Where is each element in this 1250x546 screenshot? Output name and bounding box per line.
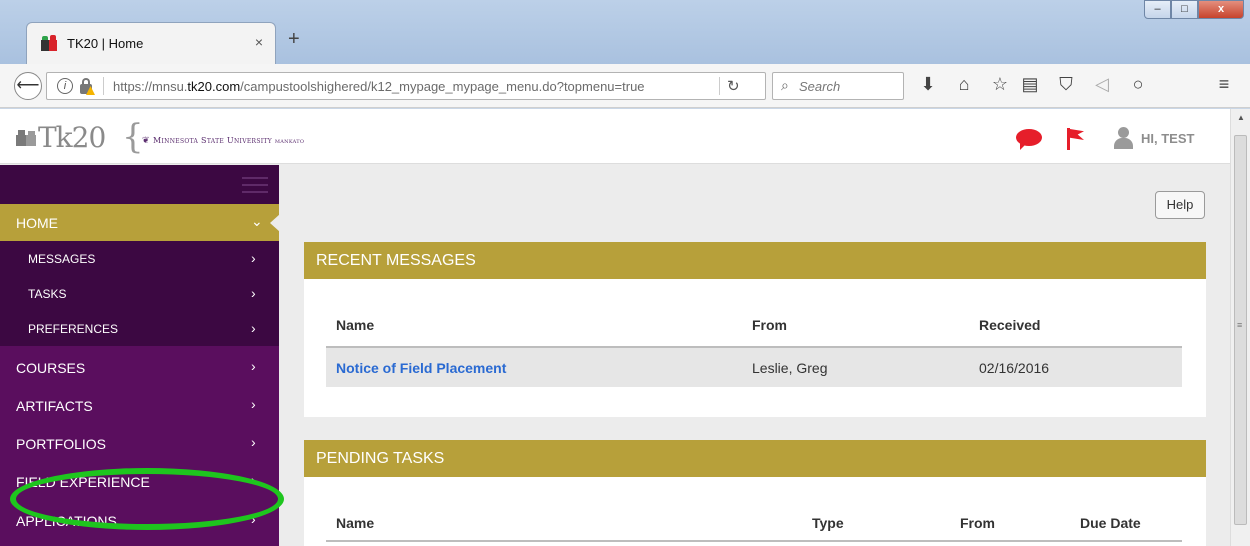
- app-header: Tk20 { ❦ MINNESOTA STATE UNIVERSITY MANK…: [0, 109, 1230, 164]
- sidebar-item-home[interactable]: HOME ⌄: [0, 204, 280, 241]
- site-info-icon[interactable]: i: [57, 78, 73, 94]
- pocket-icon[interactable]: ⛉: [1054, 74, 1078, 95]
- bookmark-star-icon[interactable]: ☆: [988, 74, 1012, 95]
- sidebar-item-label: MESSAGES: [28, 252, 96, 266]
- minimize-button[interactable]: –: [1144, 0, 1171, 19]
- search-input[interactable]: ⌕ Search: [772, 72, 904, 100]
- msu-seal-icon: ❦: [142, 135, 150, 145]
- column-header-due-date[interactable]: Due Date: [1080, 515, 1141, 531]
- page-scrollbar[interactable]: ▲ ≡: [1230, 109, 1250, 546]
- sidebar-item-label: TASKS: [28, 287, 67, 301]
- back-arrow-icon: ⟵: [16, 77, 40, 94]
- close-window-button[interactable]: x: [1198, 0, 1244, 19]
- sidebar-item-label: COURSES: [16, 360, 86, 376]
- window-controls: – □ x: [1144, 0, 1244, 20]
- panel-title: PENDING TASKS: [316, 450, 445, 467]
- chat-icon[interactable]: ○: [1126, 74, 1150, 95]
- pending-tasks-panel: PENDING TASKS Name Type From Due Date: [304, 440, 1206, 546]
- tk20-logo-text: Tk20: [38, 121, 106, 154]
- chevron-right-icon: ›: [251, 396, 256, 412]
- panel-header: RECENT MESSAGES: [304, 242, 1206, 279]
- chevron-right-icon: ›: [251, 250, 256, 266]
- sidebar-item-tasks[interactable]: TASKS ›: [0, 276, 279, 311]
- reload-icon[interactable]: ↻: [727, 77, 740, 95]
- user-icon[interactable]: [1114, 127, 1133, 149]
- sidebar-item-label: HOME: [16, 215, 58, 231]
- chevron-right-icon: ›: [251, 285, 256, 301]
- sidebar-item-label: PREFERENCES: [28, 322, 119, 336]
- browser-navbar: ⟵ i https://mnsu.tk20.com/campustoolshig…: [0, 64, 1250, 108]
- sidebar-top: [0, 165, 279, 204]
- chat-bubble-icon[interactable]: [1016, 129, 1042, 150]
- chevron-right-icon: ›: [251, 320, 256, 336]
- column-header-type[interactable]: Type: [812, 515, 844, 531]
- column-header-from[interactable]: From: [752, 317, 787, 333]
- sidebar-item-preferences[interactable]: PREFERENCES ›: [0, 311, 279, 346]
- sidebar-item-courses[interactable]: COURSES ›: [0, 349, 279, 386]
- menu-icon[interactable]: ≡: [1212, 74, 1236, 95]
- column-header-received[interactable]: Received: [979, 317, 1040, 333]
- message-from: Leslie, Greg: [752, 360, 828, 376]
- column-header-from[interactable]: From: [960, 515, 995, 531]
- tk20-logo-icon: [16, 130, 36, 146]
- logo-brace: {: [122, 117, 144, 157]
- table-divider: [326, 540, 1182, 542]
- sidebar-item-label: PORTFOLIOS: [16, 436, 106, 452]
- flag-icon[interactable]: [1067, 128, 1085, 150]
- url-divider: [103, 77, 104, 95]
- url-text[interactable]: https://mnsu.tk20.com/campustoolshighere…: [113, 79, 645, 94]
- highlight-annotation: [10, 468, 284, 530]
- url-divider: [719, 77, 720, 95]
- sidebar-item-label: ARTIFACTS: [16, 398, 93, 414]
- chevron-right-icon: ›: [251, 358, 256, 374]
- search-icon: ⌕: [781, 77, 789, 93]
- help-button[interactable]: Help: [1155, 191, 1205, 219]
- page-viewport: Tk20 { ❦ MINNESOTA STATE UNIVERSITY MANK…: [0, 109, 1230, 546]
- grip-icon: ≡: [1237, 320, 1243, 330]
- panel-title: RECENT MESSAGES: [316, 252, 476, 269]
- sidebar-item-messages[interactable]: MESSAGES ›: [0, 241, 279, 276]
- tab-title: TK20 | Home: [67, 36, 144, 51]
- sidebar-item-artifacts[interactable]: ARTIFACTS ›: [0, 387, 279, 424]
- tab-close-icon[interactable]: ×: [255, 34, 263, 50]
- maximize-button[interactable]: □: [1171, 0, 1198, 19]
- recent-messages-panel: RECENT MESSAGES Name From Received Notic…: [304, 242, 1206, 417]
- message-link[interactable]: Notice of Field Placement: [336, 360, 506, 376]
- sidebar-item-portfolios[interactable]: PORTFOLIOS ›: [0, 425, 279, 462]
- browser-tab[interactable]: TK20 | Home ×: [26, 22, 276, 64]
- scroll-up-icon[interactable]: ▲: [1237, 113, 1245, 122]
- url-bar[interactable]: i https://mnsu.tk20.com/campustoolshighe…: [46, 72, 766, 100]
- hamburger-icon[interactable]: [242, 175, 268, 195]
- user-greeting[interactable]: HI, TEST: [1141, 131, 1194, 146]
- home-icon[interactable]: ⌂: [952, 74, 976, 95]
- message-received: 02/16/2016: [979, 360, 1050, 376]
- chevron-down-icon: ⌄: [251, 213, 263, 229]
- panel-header: PENDING TASKS: [304, 440, 1206, 477]
- university-name: MINNESOTA STATE UNIVERSITY MANKATO: [153, 136, 305, 145]
- table-row[interactable]: Notice of Field Placement Leslie, Greg 0…: [326, 346, 1182, 387]
- active-pointer: [270, 214, 280, 232]
- new-tab-button[interactable]: +: [288, 28, 300, 51]
- reading-list-icon[interactable]: ▤: [1018, 74, 1042, 95]
- scrollbar-thumb[interactable]: ≡: [1234, 135, 1247, 525]
- back-button[interactable]: ⟵: [14, 72, 42, 100]
- tk20-favicon-icon: [41, 35, 57, 51]
- download-icon[interactable]: ⬇: [916, 74, 940, 95]
- chevron-right-icon: ›: [251, 434, 256, 450]
- column-header-name[interactable]: Name: [336, 317, 374, 333]
- search-placeholder: Search: [799, 79, 841, 94]
- column-header-name[interactable]: Name: [336, 515, 374, 531]
- browser-titlebar: TK20 | Home × + – □ x: [0, 0, 1250, 64]
- share-icon[interactable]: ◁: [1090, 74, 1114, 95]
- insecure-lock-icon[interactable]: [79, 78, 95, 95]
